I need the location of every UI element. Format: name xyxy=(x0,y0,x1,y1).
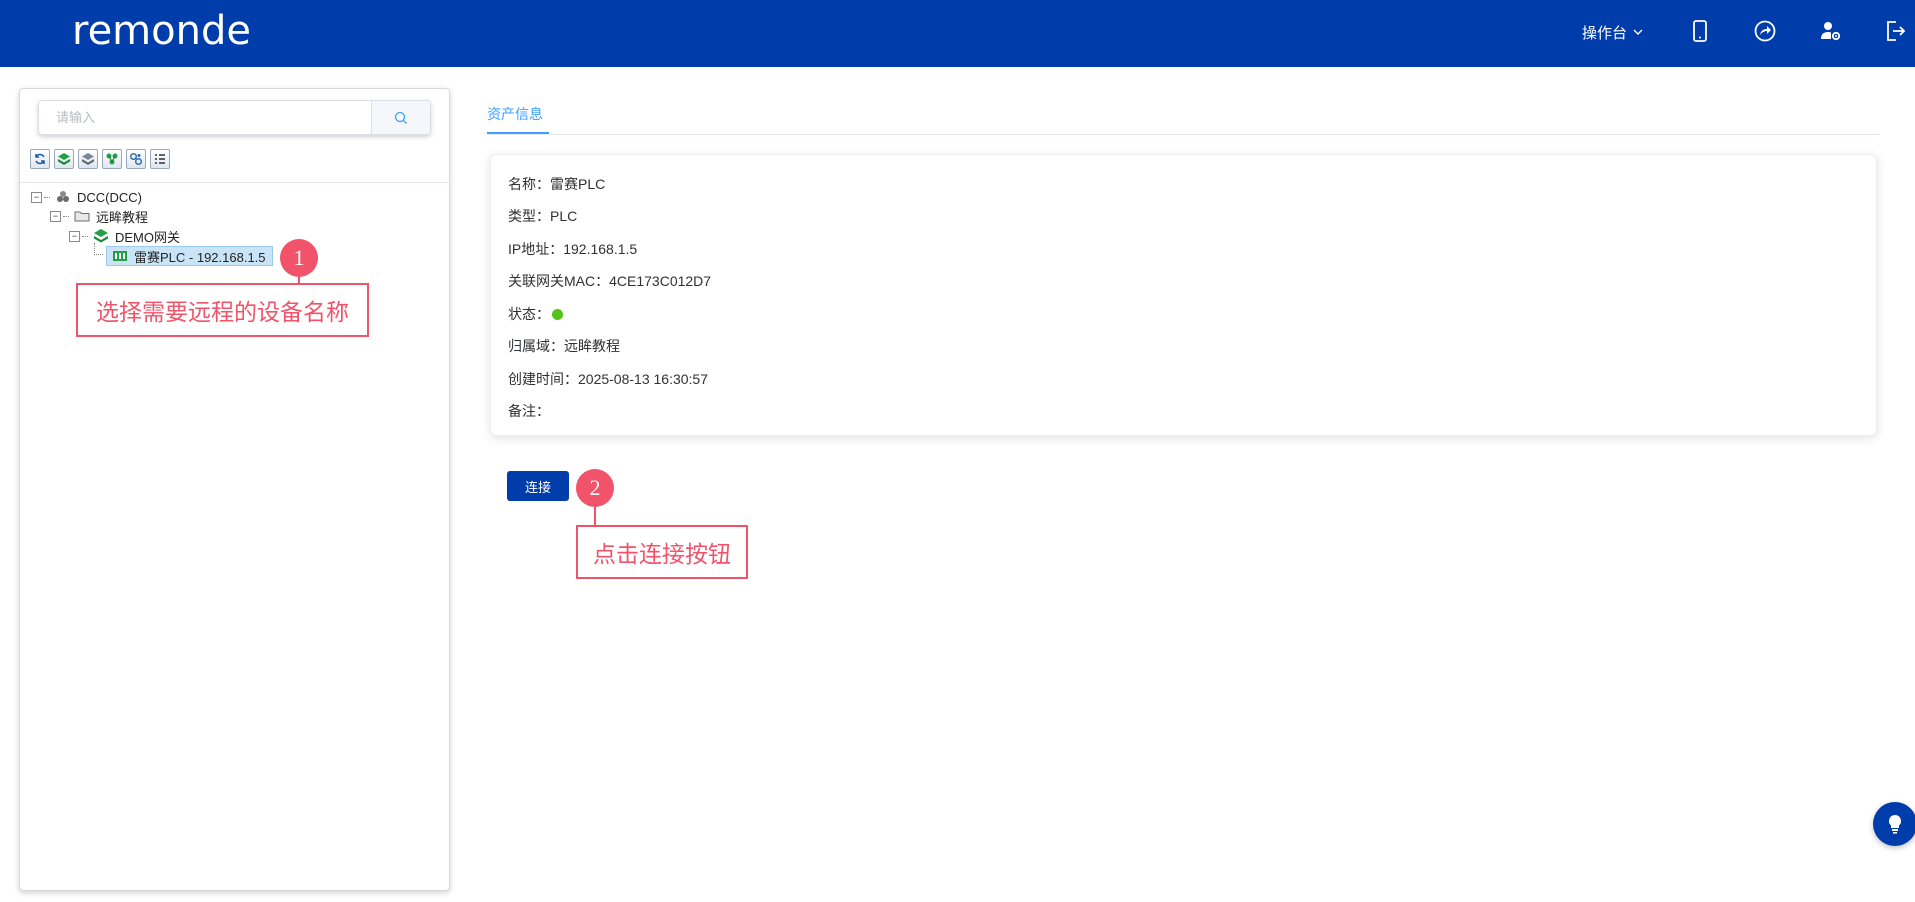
info-row-domain: 归属域： 远眸教程 xyxy=(508,336,620,356)
step-2-stem xyxy=(594,506,596,526)
console-menu-label: 操作台 xyxy=(1582,24,1628,42)
info-row-name: 名称： 雷赛PLC xyxy=(508,174,605,194)
folder-icon xyxy=(73,208,91,224)
tree-node-gateway[interactable]: − DEMO网关 xyxy=(69,227,180,245)
collapse-toggle-icon[interactable]: − xyxy=(69,230,80,242)
search-button[interactable] xyxy=(371,101,430,134)
app-root: remonde 操作台 请输入 − DCC(DCC) − 远眸教程 − DEMO… xyxy=(0,0,1915,902)
info-row-ip: IP地址： 192.168.1.5 xyxy=(508,239,637,259)
mobile-icon[interactable] xyxy=(1685,16,1715,46)
tree-toolbar xyxy=(30,149,170,169)
info-row-created: 创建时间： 2025-08-13 16:30:57 xyxy=(508,369,708,389)
info-row-type: 类型： PLC xyxy=(508,206,577,226)
tree-node-label: DEMO网关 xyxy=(115,229,181,245)
tree-divider xyxy=(20,182,449,183)
user-settings-icon[interactable] xyxy=(1815,16,1845,46)
info-label: 归属域： xyxy=(508,338,564,354)
info-label: 关联网关MAC： xyxy=(508,273,610,289)
tree-node-label: 远眸教程 xyxy=(96,209,149,225)
top-navigation-bar: remonde 操作台 xyxy=(0,0,1915,67)
network-view-button[interactable] xyxy=(102,149,122,169)
expand-all-button[interactable] xyxy=(54,149,74,169)
info-label: 类型： xyxy=(508,208,550,224)
step-1-callout: 选择需要远程的设备名称 xyxy=(76,283,369,337)
network-green-icon xyxy=(106,153,118,165)
step-1-badge: 1 xyxy=(280,239,318,277)
info-row-gateway-mac: 关联网关MAC： 4CE173C012D7 xyxy=(508,271,711,291)
layers-gray-icon xyxy=(82,153,94,165)
collapse-toggle-icon[interactable]: − xyxy=(50,210,61,222)
tab-bar-rule xyxy=(487,134,1880,135)
search-icon xyxy=(394,111,407,124)
info-label: 名称： xyxy=(508,176,550,192)
lightbulb-icon xyxy=(1888,814,1902,834)
tree-node-dcc[interactable]: − DCC(DCC) xyxy=(31,188,142,206)
info-row-status: 状态： xyxy=(508,304,563,324)
cluster-settings-button[interactable] xyxy=(126,149,146,169)
layers-green-icon xyxy=(58,153,70,165)
step-2-callout: 点击连接按钮 xyxy=(576,525,748,579)
status-online-dot xyxy=(552,308,563,320)
refresh-icon xyxy=(35,153,45,165)
help-float-button[interactable] xyxy=(1873,802,1915,846)
share-icon[interactable] xyxy=(1750,16,1780,46)
collapse-toggle-icon[interactable]: − xyxy=(31,191,42,203)
info-label: 状态： xyxy=(508,306,550,322)
info-value: 192.168.1.5 xyxy=(563,241,638,257)
remonde-logo: remonde xyxy=(72,8,251,54)
console-menu[interactable]: 操作台 xyxy=(1582,20,1644,44)
info-label: 备注： xyxy=(508,403,550,419)
collapse-all-button[interactable] xyxy=(78,149,98,169)
tree-node-plc-selected[interactable]: 雷赛PLC - 192.168.1.5 xyxy=(106,246,273,266)
list-view-button[interactable] xyxy=(150,149,170,169)
connect-button[interactable]: 连接 xyxy=(507,471,569,501)
refresh-button[interactable] xyxy=(30,149,50,169)
tree-node-label: 雷赛PLC - 192.168.1.5 xyxy=(134,249,266,265)
chevron-down-icon xyxy=(1633,29,1643,35)
settings-cluster-icon xyxy=(129,152,143,166)
tree-node-label: DCC(DCC) xyxy=(77,189,142,205)
tab-asset-info[interactable]: 资产信息 xyxy=(487,104,543,124)
info-value: 4CE173C012D7 xyxy=(609,273,712,289)
tree-node-domain[interactable]: − 远眸教程 xyxy=(50,207,148,225)
info-label: IP地址： xyxy=(508,241,564,257)
info-row-remark: 备注： xyxy=(508,401,550,421)
info-value: 雷赛PLC xyxy=(550,176,606,192)
list-icon xyxy=(155,154,165,164)
step-2-badge: 2 xyxy=(576,469,614,507)
tree-search-box xyxy=(38,100,431,135)
asset-info-card: 名称： 雷赛PLC 类型： PLC IP地址： 192.168.1.5 关联网关MAC… xyxy=(490,154,1877,436)
info-value: 远眸教程 xyxy=(564,338,620,354)
info-label: 创建时间： xyxy=(508,371,578,387)
svg-text:remonde: remonde xyxy=(72,8,251,54)
gateway-icon xyxy=(92,228,110,244)
info-value: PLC xyxy=(550,208,578,224)
plc-icon xyxy=(111,248,129,264)
info-value: 2025-08-13 16:30:57 xyxy=(578,371,708,387)
tree-search-input[interactable] xyxy=(39,101,371,134)
cloud-cluster-icon xyxy=(54,189,72,205)
tree-connector xyxy=(94,243,103,255)
logout-icon[interactable] xyxy=(1880,16,1910,46)
